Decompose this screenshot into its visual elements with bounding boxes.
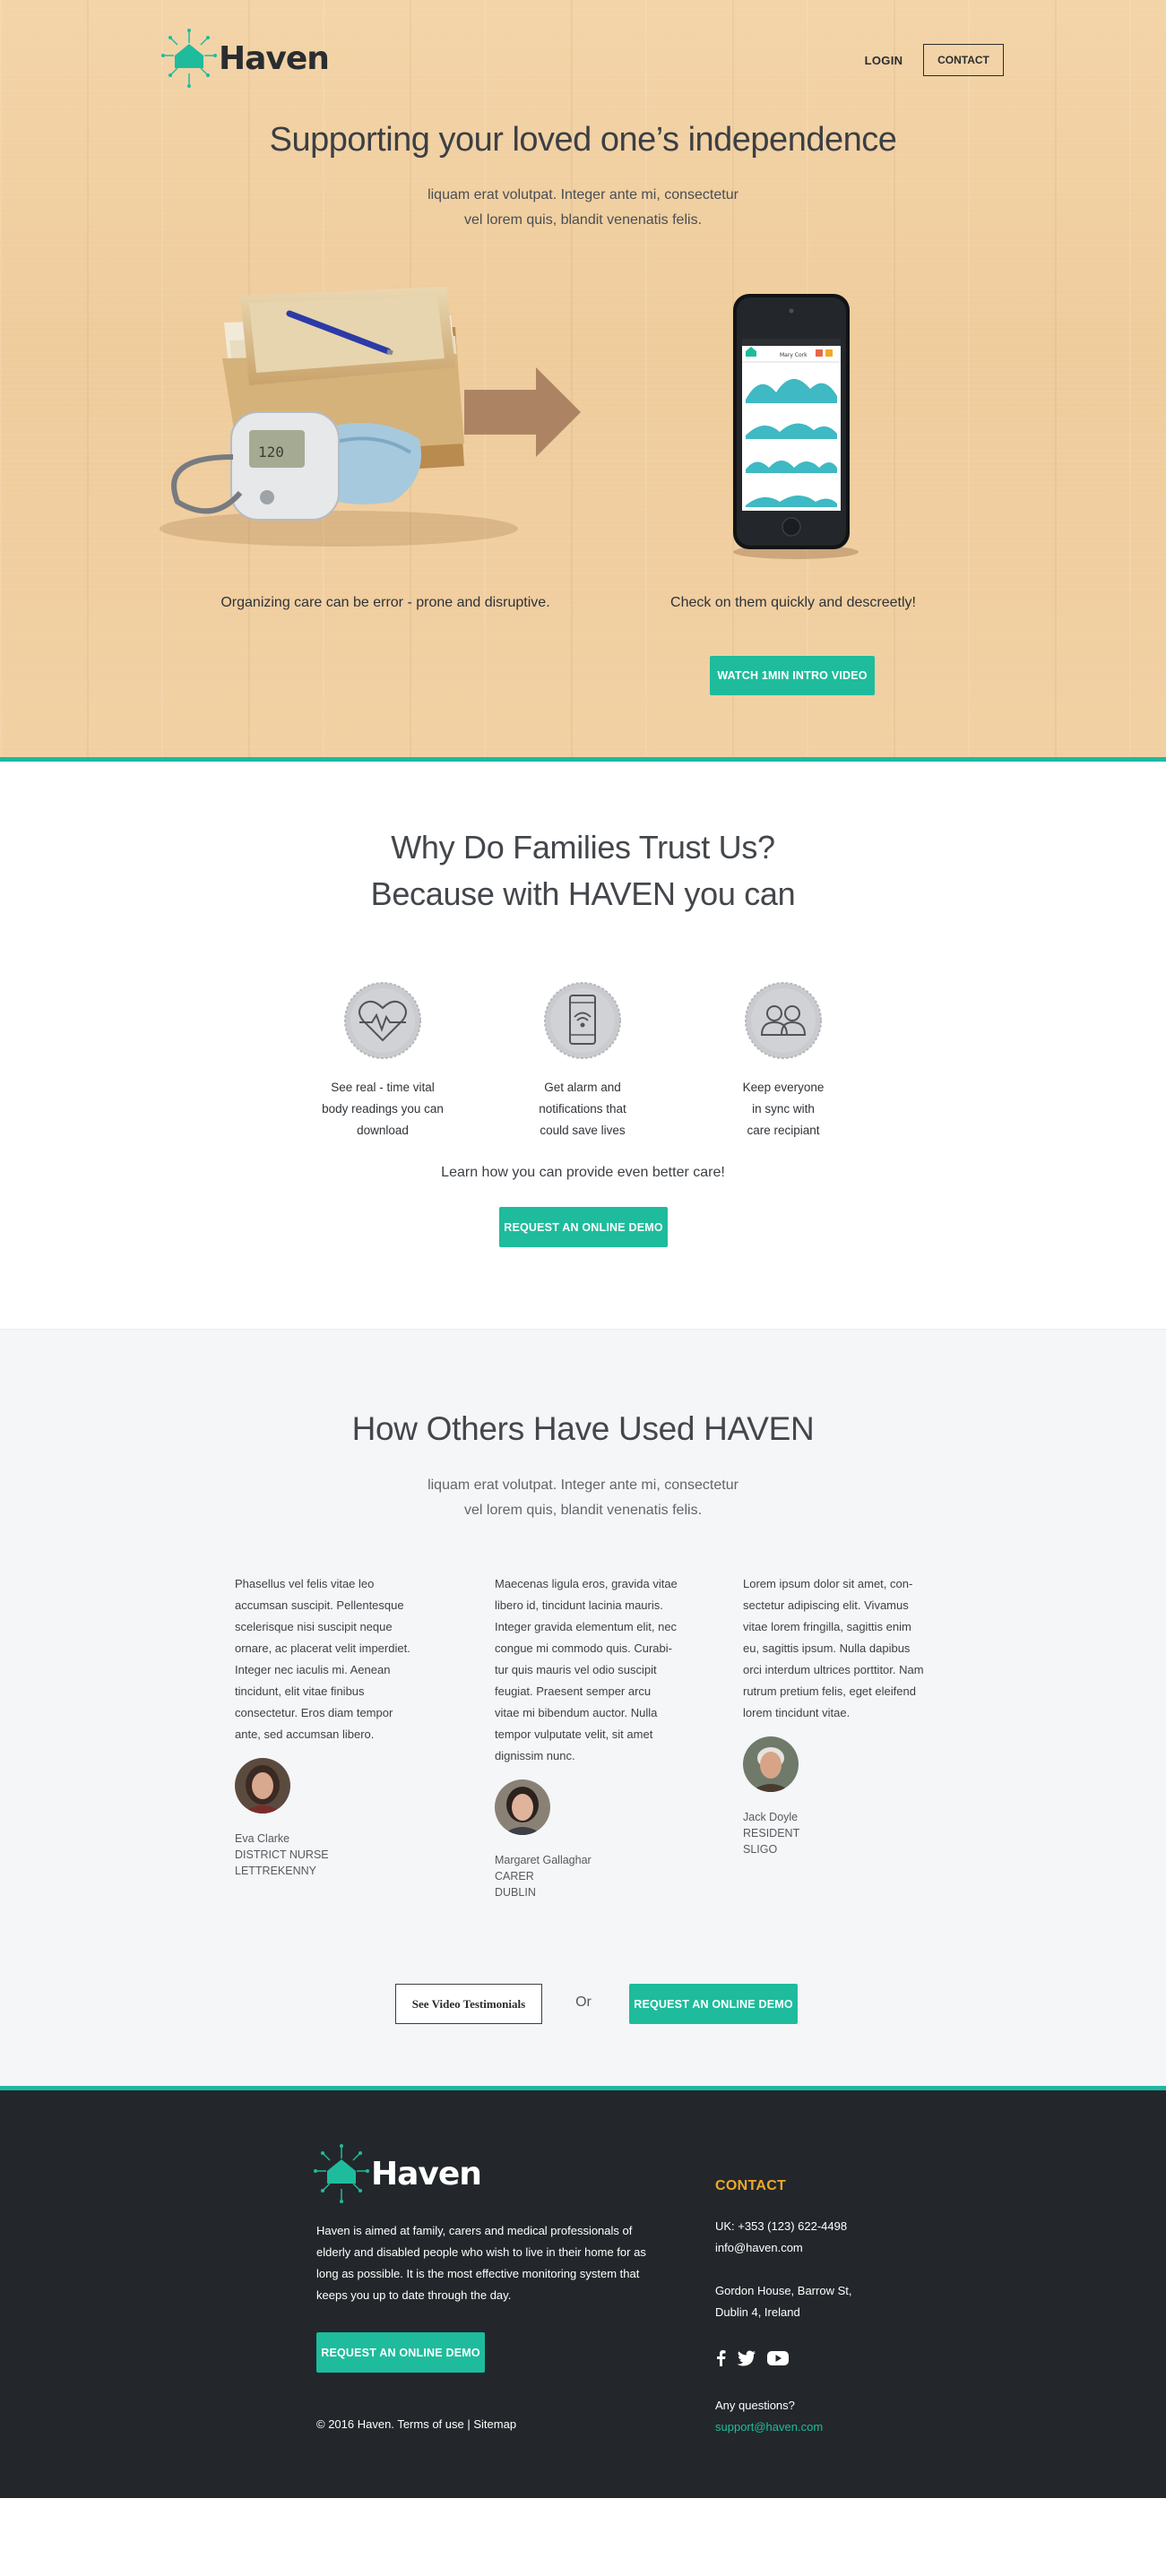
feature-text: See real - time vital [331,1081,435,1094]
contact-email[interactable]: info@haven.com [715,2241,803,2254]
request-demo-button[interactable]: REQUEST AN ONLINE DEMO [316,2332,485,2373]
feature-vitals: See real - time vital body readings you … [311,981,454,1142]
footer-support: Any questions? support@haven.com [715,2395,823,2438]
hero-lead-line: vel lorem quis, blandit venenatis felis. [463,212,703,228]
sitemap-link[interactable]: Sitemap [473,2417,516,2431]
testimonial-author: Margaret Gallaghar CARER DUBLIN [495,1854,592,1899]
youtube-icon[interactable] [767,2350,789,2366]
why-title-line: Because with HAVEN you can [370,875,796,912]
contact-phone[interactable]: UK: +353 (123) 622-4498 [715,2219,847,2233]
paperwork-illustration: 120 [160,287,581,547]
or-separator: Or [575,1994,592,2010]
footer-about: Haven is aimed at family, carers and med… [316,2224,646,2302]
why-section: Why Do Families Trust Us? Because with H… [0,766,1166,1329]
why-title: Why Do Families Trust Us? Because with H… [0,824,1166,918]
hero-lead: liquam erat volutpat. Integer ante mi, c… [358,183,808,233]
watch-intro-video-button[interactable]: WATCH 1MIN INTRO VIDEO [710,656,875,695]
feature-text: Get alarm and [544,1081,621,1094]
testimonials-lead-line: liquam erat volutpat. Integer ante mi, c… [428,1478,738,1493]
avatar [495,1779,550,1835]
feature-text: notifications that [539,1102,626,1116]
copyright-text: © 2016 Haven. [316,2417,394,2431]
feature-text: care recipiant [747,1124,820,1137]
feature-alarms: Get alarm and notifications that could s… [511,981,654,1142]
twitter-icon[interactable] [737,2350,756,2366]
request-demo-button[interactable]: REQUEST AN ONLINE DEMO [629,1984,798,2024]
footer-contact-title: CONTACT [715,2178,787,2193]
testimonial-author: Jack Doyle RESIDENT SLIGO [743,1811,800,1856]
caption-phone: Check on them quickly and descreetly! [670,595,916,610]
phone-alarm-icon [544,982,621,1059]
svg-text:120: 120 [258,444,284,461]
support-email-link[interactable]: support@haven.com [715,2420,823,2434]
testimonial-text: Phasellus vel felis vitae leo accumsan su… [235,1577,410,1741]
smartphone-illustration: Mary Cork [733,294,859,559]
footer-copyright: © 2016 Haven. Terms of use | Sitemap [316,2417,516,2431]
questions-label: Any questions? [715,2399,795,2412]
feature-text: Keep everyone [742,1081,825,1094]
avatar [743,1736,799,1792]
social-links [715,2350,789,2366]
testimonial-text: Lorem ipsum dolor sit amet, con-sectetur… [743,1577,924,1719]
svg-text:Mary Cork: Mary Cork [780,352,808,358]
testimonials-title: How Others Have Used HAVEN [351,1410,815,1447]
haven-logo-icon [161,29,217,88]
testimonials-lead: liquam erat volutpat. Integer ante mi, c… [358,1473,808,1523]
testimonial-jack: Lorem ipsum dolor sit amet, con-sectetur… [743,1573,931,1857]
see-video-testimonials-button[interactable]: See Video Testimonials [395,1984,542,2024]
testimonial-eva: Phasellus vel felis vitae leo accumsan su… [235,1573,423,1879]
testimonial-margaret: Maecenas ligula eros, gravida vitae liber… [495,1573,683,1900]
feature-text: could save lives [540,1124,626,1137]
page-bottom [0,2498,1166,2576]
haven-logo-text: Haven [219,39,330,77]
hero-section: Haven LOGIN CONTACT Supporting your love… [0,0,1166,762]
link-separator: | [467,2417,471,2431]
learn-more-text: Learn how you can provide even better ca… [441,1165,725,1180]
testimonials-lead-line: vel lorem quis, blandit venenatis felis. [463,1503,703,1518]
why-title-line: Why Do Families Trust Us? [391,829,775,866]
testimonial-author: Eva Clarke DISTRICT NURSE LETTREKENNY [235,1832,329,1877]
login-link[interactable]: LOGIN [854,47,913,73]
haven-logo[interactable]: Haven [161,29,330,88]
haven-logo-text: Haven [371,2155,482,2193]
haven-logo[interactable]: Haven [314,2144,482,2203]
contact-button[interactable]: CONTACT [923,44,1004,76]
facebook-icon[interactable] [715,2350,726,2366]
people-icon [745,982,822,1059]
caption-paperwork: Organizing care can be error - prone and… [220,595,550,610]
feature-text: body readings you can [322,1102,444,1116]
testimonials-section: How Others Have Used HAVEN liquam erat v… [0,1329,1166,2086]
testimonial-text: Maecenas ligula eros, gravida vitae liber… [495,1577,678,1762]
hero-title: Supporting your loved one’s independence [269,121,897,159]
feature-text: download [357,1124,409,1137]
terms-link[interactable]: Terms of use [397,2417,463,2431]
request-demo-button[interactable]: REQUEST AN ONLINE DEMO [499,1207,668,1247]
feature-text: in sync with [752,1102,815,1116]
footer-contact-details: UK: +353 (123) 622-4498 info@haven.com [715,2216,847,2259]
heart-pulse-icon [344,982,421,1059]
hero-lead-line: liquam erat volutpat. Integer ante mi, c… [428,187,738,202]
haven-logo-icon [314,2144,369,2203]
feature-sync: Keep everyone in sync with care recipian… [712,981,855,1142]
footer-address: Gordon House, Barrow St, Dublin 4, Irela… [715,2284,852,2319]
avatar [235,1758,290,1814]
footer: Haven Haven is aimed at family, carers a… [0,2086,1166,2498]
